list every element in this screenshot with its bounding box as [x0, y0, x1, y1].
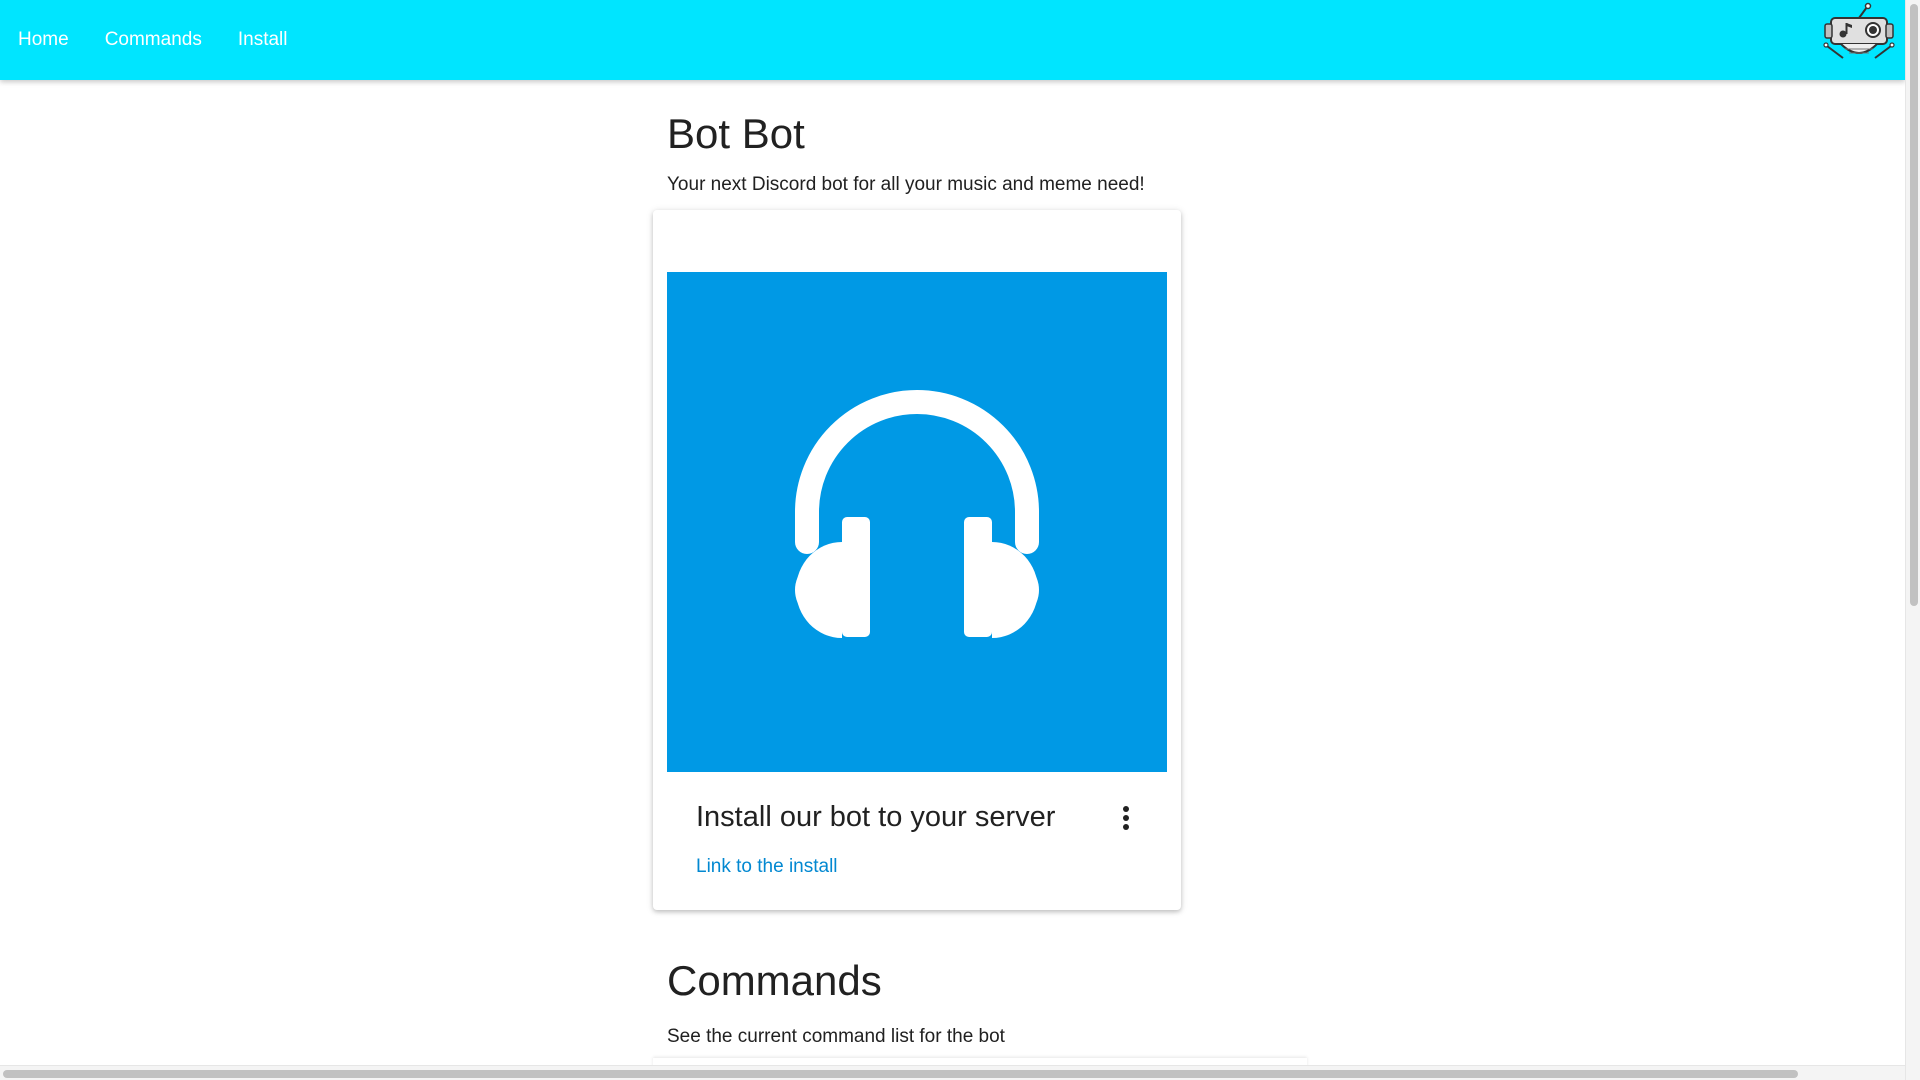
commands-section-subtitle: See the current command list for the bot: [667, 1026, 1005, 1047]
install-link[interactable]: Link to the install: [696, 854, 838, 880]
page-subtitle: Your next Discord bot for all your music…: [667, 174, 1145, 195]
card-media: [667, 272, 1167, 772]
vertical-scrollbar-thumb[interactable]: [1910, 4, 1918, 606]
horizontal-scrollbar-thumb[interactable]: [3, 1070, 1798, 1078]
vertical-scrollbar[interactable]: [1905, 0, 1920, 1080]
nav-install-link[interactable]: Install: [220, 0, 306, 80]
top-navbar: Home Commands Install: [0, 0, 1905, 80]
nav-home-link[interactable]: Home: [0, 0, 87, 80]
page-title: Bot Bot: [667, 110, 805, 157]
nav-commands-link[interactable]: Commands: [87, 0, 220, 80]
nav-links: Home Commands Install: [0, 0, 305, 80]
card-title: Install our bot to your server: [696, 801, 1056, 833]
robot-logo-icon[interactable]: [1821, 2, 1897, 70]
horizontal-scrollbar[interactable]: [0, 1065, 1905, 1080]
headphones-icon: [795, 390, 1039, 638]
commands-section-title: Commands: [667, 957, 882, 1004]
page: Home Commands Install Bot Bot Your next …: [0, 0, 1920, 1080]
install-card: Install our bot to your server Link to t…: [653, 210, 1181, 910]
more-vert-icon[interactable]: [1108, 800, 1144, 836]
main-content: Bot Bot Your next Discord bot for all yo…: [667, 80, 1307, 198]
